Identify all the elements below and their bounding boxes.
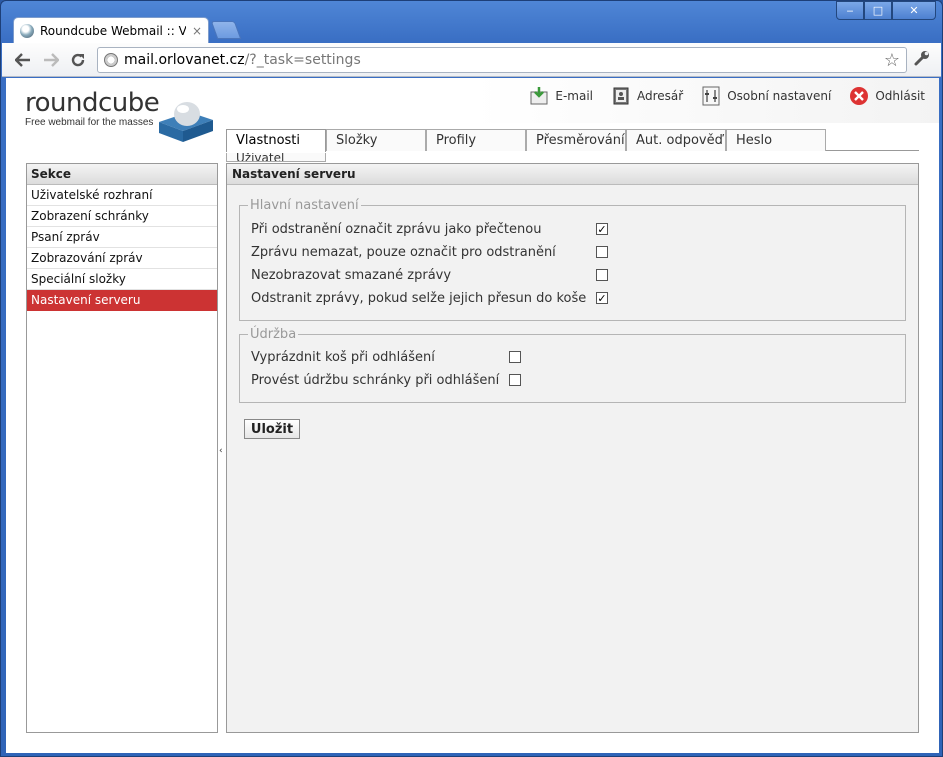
logout-icon — [850, 87, 869, 105]
maximize-button[interactable]: □ — [864, 1, 892, 20]
wrench-icon[interactable] — [913, 49, 931, 72]
tab-uzivatel-overflow[interactable]: Uživatel — [226, 153, 326, 162]
bookmark-star-icon[interactable]: ☆ — [884, 50, 900, 71]
logo-tagline: Free webmail for the masses — [25, 117, 154, 128]
section-item-message-view[interactable]: Zobrazování zpráv — [27, 248, 217, 269]
section-item-server-settings[interactable]: Nastavení serveru — [27, 290, 217, 311]
option-empty-trash-checkbox[interactable] — [509, 351, 521, 363]
option-flag-deleted-checkbox[interactable] — [596, 246, 608, 258]
option-hide-deleted-checkbox[interactable] — [596, 269, 608, 281]
logo-wordmark: roundcube — [25, 88, 160, 118]
tab-presmerovani[interactable]: Přesměrování — [526, 129, 626, 151]
section-item-special-folders[interactable]: Speciální složky — [27, 269, 217, 290]
panel-title: Nastavení serveru — [227, 164, 918, 185]
nav-logout[interactable]: Odhlásit — [849, 86, 925, 106]
address-bar[interactable]: mail.orlovanet.cz/?_task=settings ☆ — [97, 47, 907, 73]
window-controls: ‒ □ ✕ — [836, 1, 936, 20]
option-hide-deleted-label: Nezobrazovat smazané zprávy — [251, 267, 452, 283]
forward-arrow-icon[interactable] — [40, 50, 62, 70]
nav-logout-label: Odhlásit — [875, 89, 925, 103]
option-flag-deleted-label: Zprávu nemazat, pouze označit pro odstra… — [251, 244, 556, 260]
section-item-ui[interactable]: Uživatelské rozhraní — [27, 185, 217, 206]
mail-download-icon — [530, 87, 548, 105]
main-settings-legend: Hlavní nastavení — [250, 198, 359, 213]
nav-personal-settings[interactable]: Osobní nastavení — [701, 86, 831, 106]
nav-email[interactable]: E-mail — [529, 86, 593, 106]
new-tab-button[interactable] — [210, 21, 242, 39]
settings-panel: Nastavení serveru Hlavní nastavení Při o… — [226, 163, 919, 733]
nav-personal-settings-label: Osobní nastavení — [727, 89, 832, 103]
address-book-icon — [613, 87, 629, 105]
url-host: mail.orlovanet.cz — [124, 52, 245, 68]
browser-tab[interactable]: Roundcube Webmail :: Vlastno × — [13, 17, 209, 43]
back-arrow-icon[interactable] — [12, 50, 34, 70]
section-item-mailbox-view[interactable]: Zobrazení schránky — [27, 206, 217, 227]
tab-heslo[interactable]: Heslo — [726, 129, 826, 151]
minimize-button[interactable]: ‒ — [836, 1, 864, 20]
tab-uzivatel-label: Uživatel — [236, 153, 285, 162]
tab-vlastnosti[interactable]: Vlastnosti — [226, 129, 326, 152]
nav-email-label: E-mail — [555, 89, 594, 103]
top-navigation: E-mail Adresář Osobní nastavení Odhlásit — [529, 86, 925, 106]
maintenance-legend: Údržba — [250, 327, 297, 342]
nav-address-book[interactable]: Adresář — [611, 86, 683, 106]
sections-header: Sekce — [27, 164, 217, 185]
personal-settings-icon — [702, 86, 720, 106]
tab-aut-odpoved[interactable]: Aut. odpověď — [626, 129, 726, 151]
option-compact-mailbox-checkbox[interactable] — [509, 374, 521, 386]
section-item-compose[interactable]: Psaní zpráv — [27, 227, 217, 248]
option-empty-trash-label: Vyprázdnit koš při odhlášení — [251, 349, 435, 365]
url-path: /?_task=settings — [244, 52, 361, 68]
option-delete-if-move-fails-checkbox[interactable]: ✓ — [596, 292, 608, 304]
tab-close-icon[interactable]: × — [192, 24, 202, 38]
option-mark-read-checkbox[interactable]: ✓ — [596, 223, 608, 235]
nav-address-book-label: Adresář — [637, 89, 684, 103]
splitter-handle[interactable]: ‹ — [219, 446, 223, 456]
save-button[interactable]: Uložit — [244, 419, 300, 439]
sections-list: Sekce Uživatelské rozhraní Zobrazení sch… — [26, 163, 218, 733]
tab-slozky[interactable]: Složky — [326, 129, 426, 151]
settings-tabs: Vlastnosti Složky Profily Přesměrování A… — [226, 129, 919, 152]
roundcube-cube-icon — [159, 102, 213, 142]
tab-title: Roundcube Webmail :: Vlastno — [40, 23, 186, 38]
roundcube-page: roundcube Free webmail for the masses E-… — [6, 78, 939, 753]
reload-icon[interactable] — [67, 50, 89, 70]
roundcube-favicon-icon — [20, 23, 34, 38]
option-mark-read-label: Při odstranění označit zprávu jako přečt… — [251, 221, 542, 237]
roundcube-logo[interactable]: roundcube Free webmail for the masses — [25, 88, 213, 142]
close-window-button[interactable]: ✕ — [892, 1, 936, 20]
option-compact-mailbox-label: Provést údržbu schránky při odhlášení — [251, 372, 500, 388]
option-delete-if-move-fails-label: Odstranit zprávy, pokud selže jejich pře… — [251, 290, 587, 306]
browser-window: ‒ □ ✕ Roundcube Webmail :: Vlastno × mai… — [0, 0, 943, 757]
browser-toolbar: mail.orlovanet.cz/?_task=settings ☆ — [2, 43, 941, 77]
tab-profily[interactable]: Profily — [426, 129, 526, 151]
globe-icon — [104, 53, 118, 67]
